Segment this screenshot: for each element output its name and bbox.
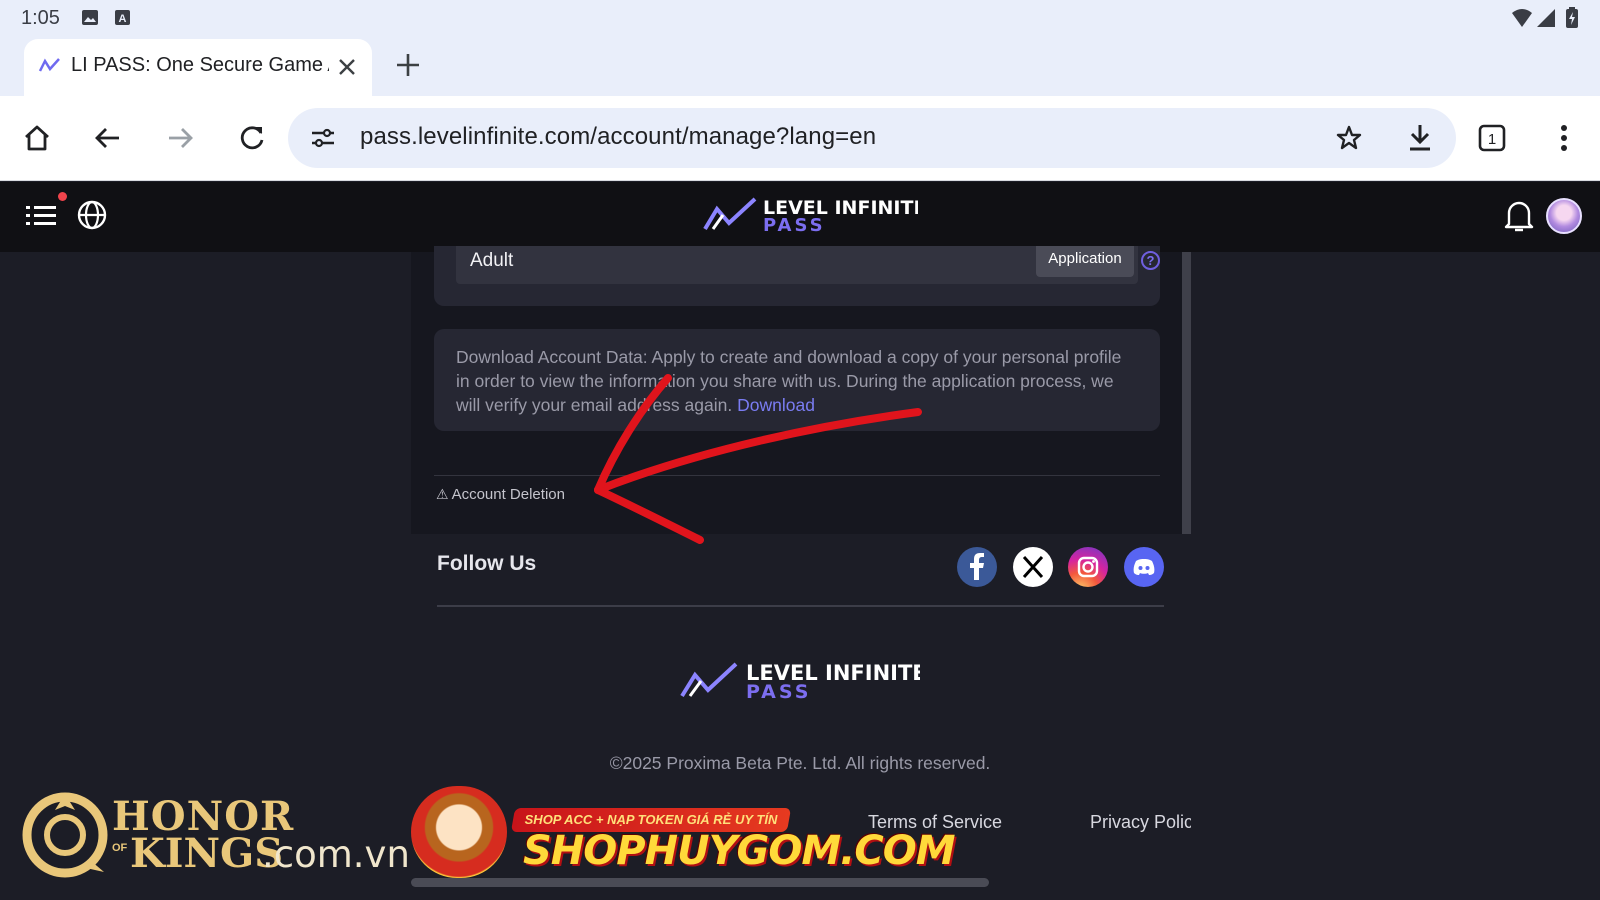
site-header: LEVEL INFINITE PASS [0,182,1600,252]
back-button[interactable] [87,117,129,159]
warning-icon: ⚠ [436,486,449,502]
age-rating-value: Adult [470,250,514,271]
download-data-card: Download Account Data: Apply to create a… [434,329,1160,431]
footer-logo-mark-icon: LEVEL INFINITE PASS [680,661,927,703]
svg-text:A: A [119,13,127,25]
footer-logo: LEVEL INFINITE PASS [680,660,927,707]
footer-divider [437,605,1164,607]
back-arrow-icon [95,128,119,148]
shop-name: SHOPHUYGOM.COM [523,828,956,874]
globe-icon[interactable] [76,199,108,231]
level-infinite-favicon-icon [38,58,60,72]
bookmark-star-icon[interactable] [1335,124,1363,152]
svg-text:1: 1 [1488,131,1496,148]
honor-of-kings-watermark-domain: .com.vn [262,833,410,876]
download-link[interactable]: Download [737,395,815,415]
close-tab-icon[interactable] [335,55,359,79]
tab-strip: LI PASS: One Secure Game A [0,36,1600,96]
honor-of-kings-watermark-line2: KINGS [130,830,284,877]
status-time: 1:05 [21,7,60,29]
menu-icon[interactable] [24,200,58,232]
tab-switcher-icon: 1 [1478,124,1506,152]
application-button[interactable]: Application [1036,246,1134,277]
help-icon[interactable]: ? [1141,251,1160,270]
url-text[interactable]: pass.levelinfinite.com/account/manage?la… [360,123,876,151]
honor-of-kings-emblem-icon [22,792,108,878]
copyright-text: ©2025 Proxima Beta Pte. Ltd. All rights … [609,753,991,773]
account-deletion-label: Account Deletion [451,486,565,503]
x-icon[interactable] [1013,547,1053,587]
instagram-icon[interactable] [1068,547,1108,587]
svg-text:PASS: PASS [746,681,811,702]
site-settings-icon[interactable] [310,125,336,151]
home-icon [25,125,49,151]
logo-mark-icon: LEVEL INFINITE PASS [703,197,926,236]
bell-icon[interactable] [1502,198,1536,234]
svg-text:PASS: PASS [763,215,826,235]
honor-of-kings-watermark-of: OF [112,842,128,854]
tab-switcher-button[interactable]: 1 [1471,117,1513,159]
follow-us-title: Follow Us [437,552,537,575]
reload-icon [240,126,264,150]
shop-watermark: SHOP ACC + NẠP TOKEN GIÁ RẺ UY TÍN SHOPH… [403,778,956,882]
level-infinite-pass-logo[interactable]: LEVEL INFINITE PASS [703,195,926,240]
home-button[interactable] [16,117,58,159]
privacy-policy-link[interactable]: Privacy Polic [1090,812,1191,833]
battery-icon [1566,7,1578,28]
forward-button[interactable] [159,117,201,159]
browser-menu-button[interactable] [1543,117,1585,159]
browser-tab[interactable]: LI PASS: One Secure Game A [24,39,372,96]
more-vertical-icon [1561,125,1567,151]
app-notification-icon: A [115,10,130,25]
signal-icon [1537,9,1555,27]
image-notification-icon [82,10,98,25]
avatar[interactable] [1546,198,1582,234]
discord-icon[interactable] [1124,547,1164,587]
account-deletion-link[interactable]: ⚠ Account Deletion [436,486,565,503]
forward-arrow-icon [169,128,193,148]
tab-title: LI PASS: One Secure Game A [71,54,329,76]
download-description: Download Account Data: Apply to create a… [456,345,1136,417]
new-tab-icon[interactable] [393,50,423,80]
download-icon[interactable] [1406,123,1434,153]
mascot-image [411,786,507,878]
wifi-icon [1512,9,1532,27]
facebook-icon[interactable] [957,547,997,587]
browser-toolbar: pass.levelinfinite.com/account/manage?la… [0,96,1600,181]
content-scrollbar[interactable] [1182,252,1191,534]
section-divider [434,475,1160,476]
reload-button[interactable] [231,117,273,159]
address-bar[interactable]: pass.levelinfinite.com/account/manage?la… [288,108,1456,168]
notification-dot [58,192,67,201]
status-bar: 1:05 A [0,0,1600,36]
